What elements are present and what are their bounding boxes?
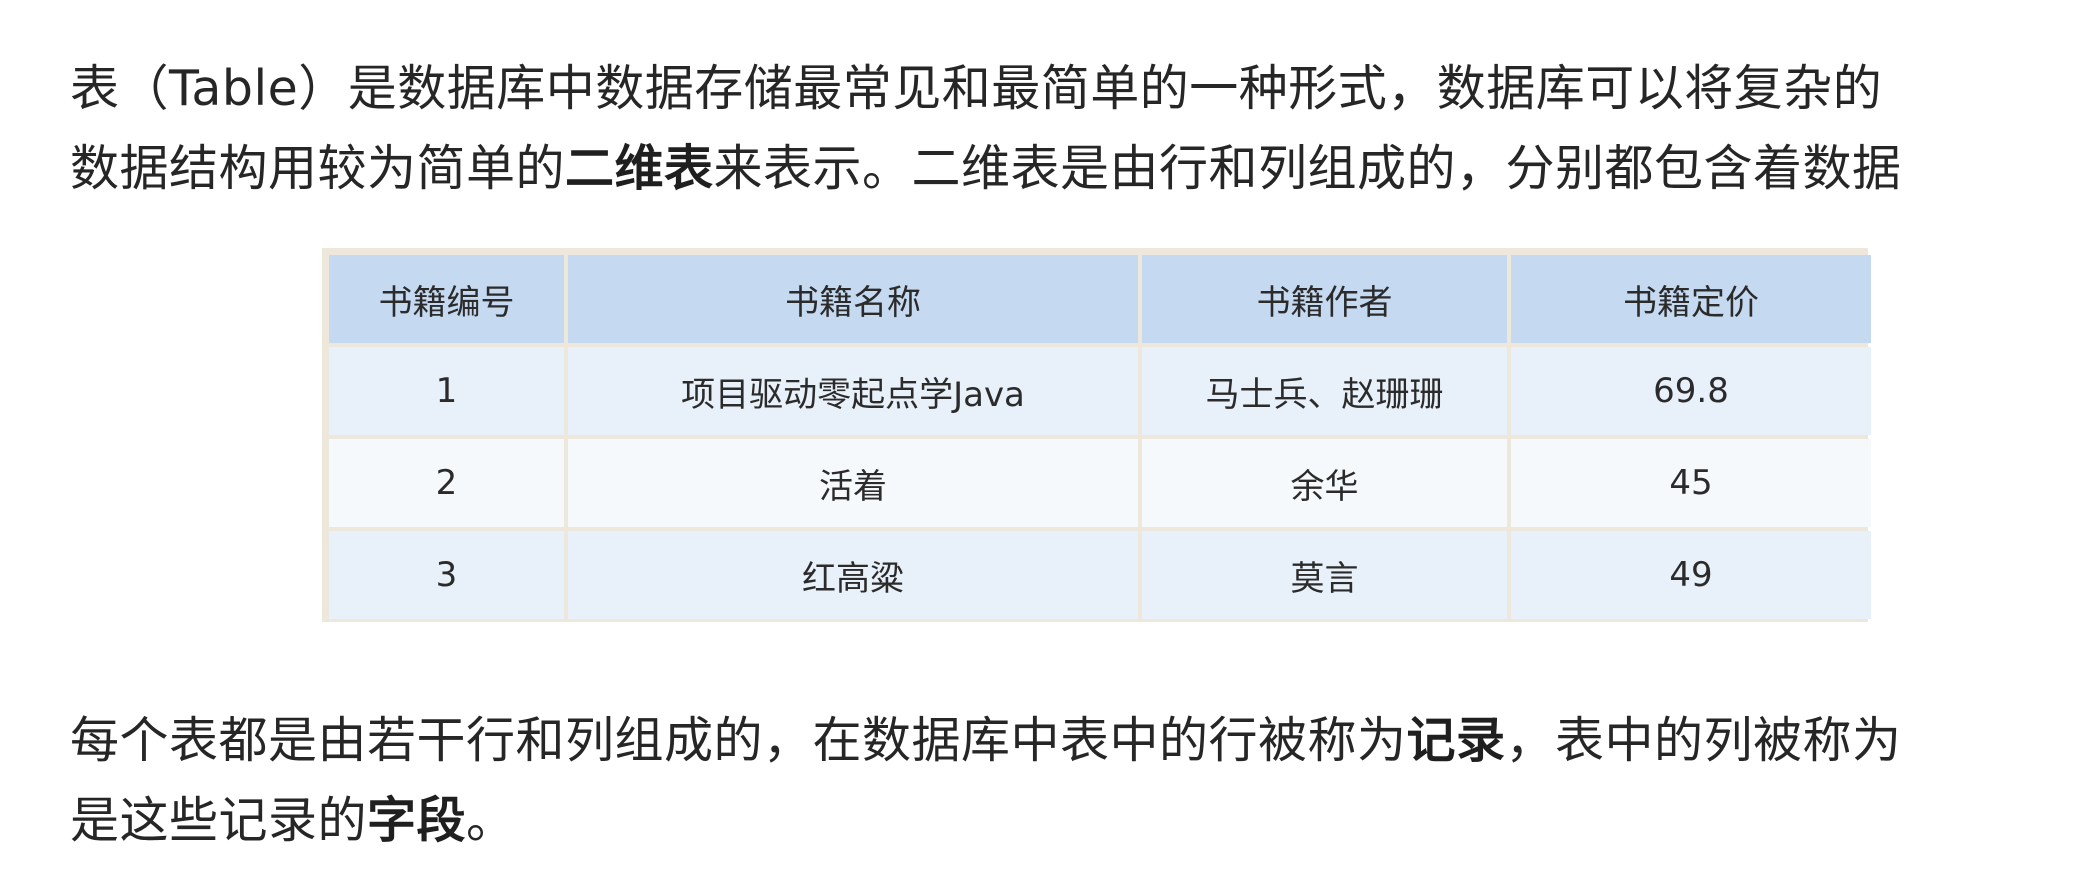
intro-paragraph: 表（Table）是数据库中数据存储最常见和最简单的一种形式，数据库可以将复杂的 … bbox=[70, 49, 2030, 209]
table-row: 2 活着 余华 45 bbox=[329, 439, 1871, 527]
table-row: 1 项目驱动零起点学Java 马士兵、赵珊珊 69.8 bbox=[329, 347, 1871, 435]
outro-line-2-tail: 。 bbox=[466, 792, 516, 849]
cell-book-name: 项目驱动零起点学Java bbox=[568, 347, 1138, 435]
header-book-name: 书籍名称 bbox=[568, 255, 1138, 343]
cell-book-price: 45 bbox=[1511, 439, 1871, 527]
cell-book-price: 49 bbox=[1511, 531, 1871, 619]
header-book-id: 书籍编号 bbox=[329, 255, 564, 343]
books-table-container: 书籍编号 书籍名称 书籍作者 书籍定价 1 项目驱动零起点学Java 马士兵、赵… bbox=[322, 248, 1871, 622]
intro-line-2-tail: 来表示。二维表是由行和列组成的，分别都包含着数据 bbox=[713, 140, 1902, 197]
header-book-author: 书籍作者 bbox=[1142, 255, 1507, 343]
cell-book-name: 红高粱 bbox=[568, 531, 1138, 619]
outro-paragraph: 每个表都是由若干行和列组成的，在数据库中表中的行被称为记录，表中的列被称为 是这… bbox=[70, 701, 2030, 861]
table-row: 3 红高粱 莫言 49 bbox=[329, 531, 1871, 619]
books-table: 书籍编号 书籍名称 书籍作者 书籍定价 1 项目驱动零起点学Java 马士兵、赵… bbox=[325, 251, 1875, 623]
cell-book-id: 1 bbox=[329, 347, 564, 435]
term-record: 记录 bbox=[1406, 712, 1506, 769]
cell-book-name: 活着 bbox=[568, 439, 1138, 527]
cell-book-price: 69.8 bbox=[1511, 347, 1871, 435]
cell-book-author: 莫言 bbox=[1142, 531, 1507, 619]
term-field: 字段 bbox=[367, 792, 467, 849]
cell-book-author: 马士兵、赵珊珊 bbox=[1142, 347, 1507, 435]
outro-line-2-text: 是这些记录的 bbox=[70, 792, 368, 849]
table-header-row: 书籍编号 书籍名称 书籍作者 书籍定价 bbox=[329, 255, 1871, 343]
outro-line-1: 每个表都是由若干行和列组成的，在数据库中表中的行被称为记录，表中的列被称为 bbox=[70, 701, 2030, 781]
intro-line-2: 数据结构用较为简单的二维表来表示。二维表是由行和列组成的，分别都包含着数据 bbox=[70, 129, 2030, 209]
outro-line-1-tail: ，表中的列被称为 bbox=[1505, 712, 1902, 769]
outro-line-2: 是这些记录的字段。 bbox=[70, 781, 2030, 861]
cell-book-id: 3 bbox=[329, 531, 564, 619]
cell-book-author: 余华 bbox=[1142, 439, 1507, 527]
intro-line-2-text: 数据结构用较为简单的 bbox=[70, 140, 566, 197]
term-2d-table: 二维表 bbox=[565, 140, 714, 197]
intro-line-1: 表（Table）是数据库中数据存储最常见和最简单的一种形式，数据库可以将复杂的 bbox=[70, 60, 1883, 117]
outro-line-1-text: 每个表都是由若干行和列组成的，在数据库中表中的行被称为 bbox=[70, 712, 1407, 769]
header-book-price: 书籍定价 bbox=[1511, 255, 1871, 343]
cell-book-id: 2 bbox=[329, 439, 564, 527]
